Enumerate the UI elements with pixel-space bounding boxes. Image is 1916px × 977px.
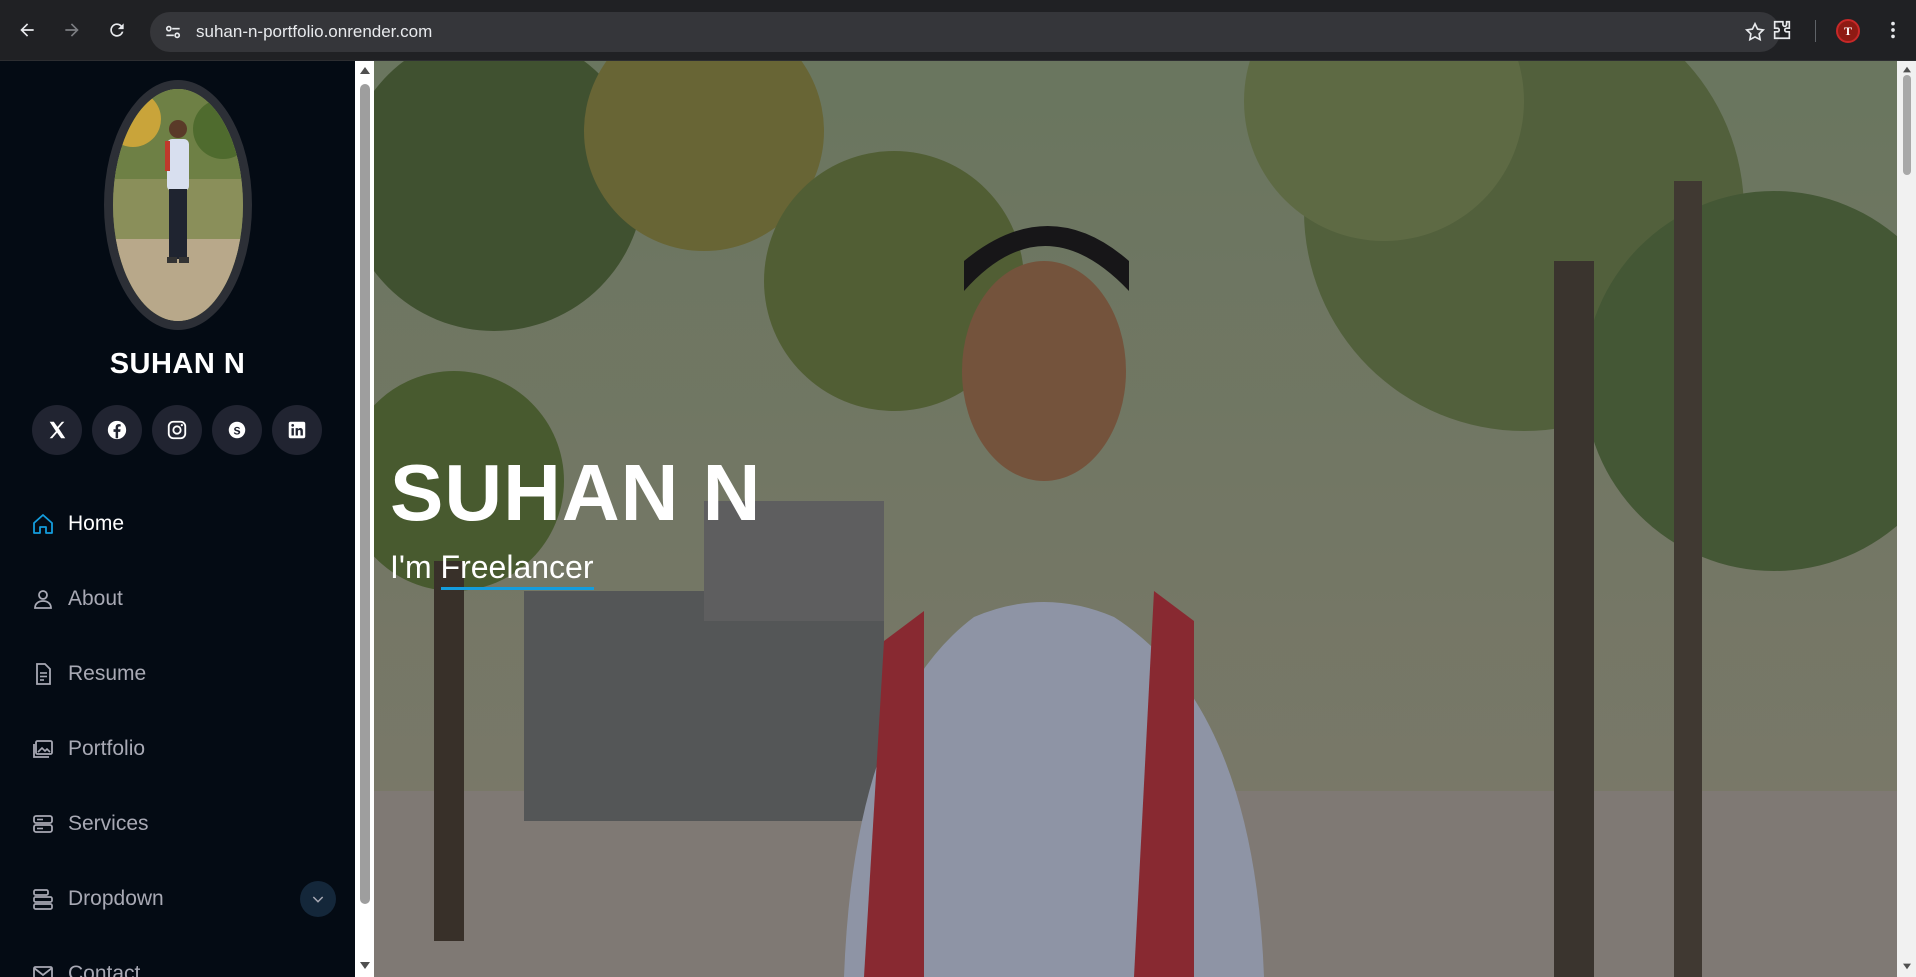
hero-subtitle: I'm Freelancer [390,549,594,590]
browser-toolbar: suhan-n-portfolio.onrender.com T [0,0,1916,61]
site-info-icon[interactable] [162,21,184,43]
sidebar: SUHAN N Home About Resume Portfolio Serv… [0,61,355,977]
nav-label: Home [68,511,125,535]
url-text[interactable]: suhan-n-portfolio.onrender.com [196,22,432,42]
page-scrollbar-thumb[interactable] [1903,75,1911,175]
page-scroll-up-icon[interactable] [1902,66,1912,74]
extensions-icon[interactable] [1768,16,1796,44]
nav-item-home[interactable]: Home [30,486,330,561]
menu-icon [30,886,56,912]
hero-title: SUHAN N [390,448,762,537]
instagram-icon [167,420,187,440]
skype-link[interactable] [212,405,262,455]
server-icon [30,811,56,837]
file-text-icon [30,661,56,687]
nav-label: Dropdown [68,886,164,910]
social-links [32,405,322,455]
toolbar-divider [1815,20,1816,42]
linkedin-link[interactable] [272,405,322,455]
nav-label: About [68,586,123,610]
forward-button[interactable] [56,14,88,46]
facebook-link[interactable] [92,405,142,455]
nav-label: Portfolio [68,736,146,760]
nav-label: Contact [68,961,141,977]
page-scroll-down-icon[interactable] [1902,962,1912,970]
chevron-down-icon [312,896,324,903]
nav-item-contact[interactable]: Contact [30,936,330,977]
nav-item-resume[interactable]: Resume [30,636,330,711]
nav-label: Services [68,811,149,835]
profile-avatar[interactable]: T [1836,19,1860,43]
hero-prefix: I'm [390,549,432,585]
facebook-icon [107,420,127,440]
scroll-up-icon[interactable] [359,66,371,76]
kebab-menu-icon[interactable] [1879,16,1907,44]
typed-text: Freelancer [440,549,594,590]
x-twitter-link[interactable] [32,405,82,455]
reload-button[interactable] [101,14,133,46]
address-bar[interactable]: suhan-n-portfolio.onrender.com [150,12,1780,52]
nav-item-services[interactable]: Services [30,786,330,861]
nav-item-about[interactable]: About [30,561,330,636]
profile-photo [104,80,252,330]
person-icon [30,586,56,612]
arrow-left-icon [20,23,34,37]
images-icon [30,736,56,762]
nav-item-dropdown[interactable]: Dropdown [30,861,336,936]
scroll-down-icon[interactable] [359,960,371,970]
nav-item-portfolio[interactable]: Portfolio [30,711,330,786]
page-scrollbar[interactable] [1897,61,1916,977]
hero-section: SUHAN N I'm Freelancer [374,61,1897,977]
sidebar-scrollbar-thumb[interactable] [360,84,370,904]
instagram-link[interactable] [152,405,202,455]
x-twitter-icon [49,421,66,439]
dropdown-toggle-button[interactable] [300,881,336,917]
profile-name: SUHAN N [109,348,246,380]
main-nav: Home About Resume Portfolio Services Dro… [30,486,336,977]
bookmark-star-icon[interactable] [1744,21,1766,43]
envelope-icon [30,961,56,977]
nav-label: Resume [68,661,147,685]
reload-icon [110,23,124,37]
skype-icon [228,421,246,439]
linkedin-icon [288,421,306,439]
house-icon [30,511,56,537]
arrow-right-icon [65,23,79,37]
back-button[interactable] [11,14,43,46]
